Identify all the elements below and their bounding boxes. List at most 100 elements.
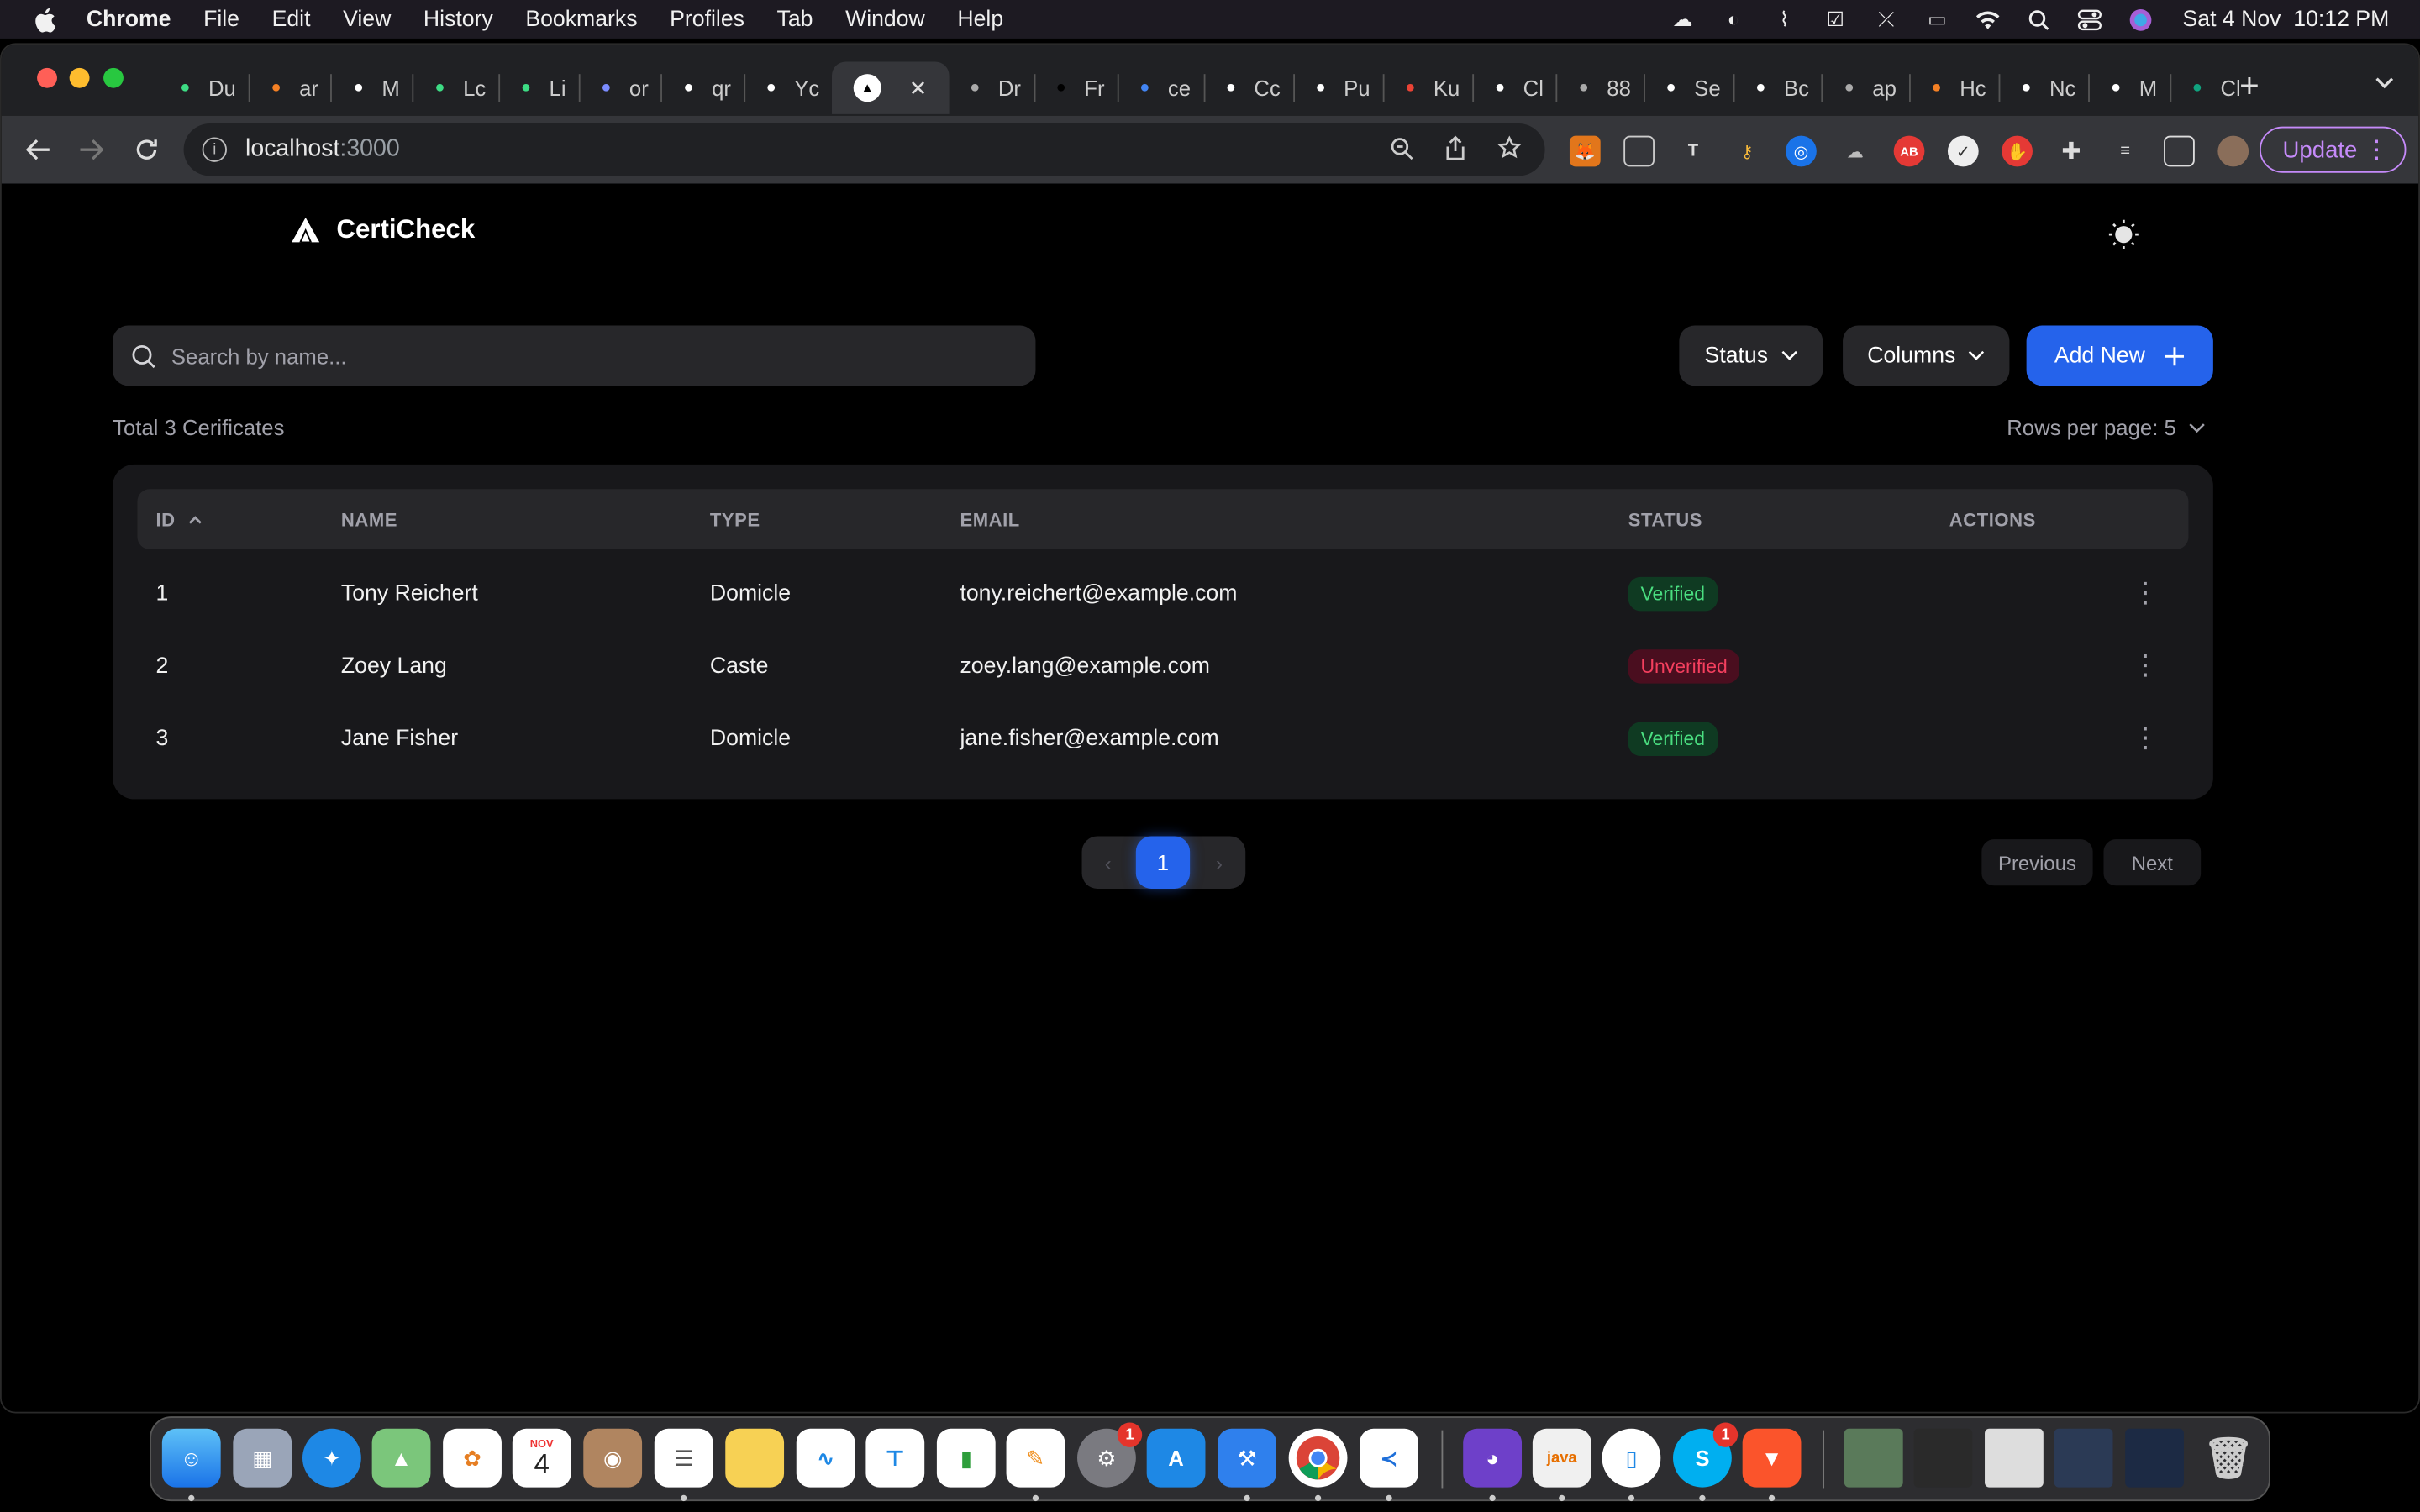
update-button[interactable]: Update ⋮ bbox=[2259, 126, 2407, 173]
maps-icon[interactable]: ▲ bbox=[371, 1428, 431, 1488]
simulator-icon[interactable]: ▯ bbox=[1602, 1428, 1661, 1488]
tab[interactable]: ● Pu bbox=[1294, 61, 1382, 113]
tab[interactable]: ● Li bbox=[500, 61, 579, 113]
no-bluetooth-icon[interactable]: ⤫ bbox=[1870, 7, 1902, 31]
tab-active[interactable]: ▲ ✕ bbox=[831, 61, 950, 114]
menu-file[interactable]: File bbox=[203, 7, 239, 31]
tab[interactable]: ● ap bbox=[1823, 61, 1908, 113]
java-icon[interactable]: java bbox=[1532, 1428, 1591, 1488]
numbers-icon[interactable]: ▮ bbox=[936, 1428, 996, 1488]
previous-button[interactable]: Previous bbox=[1981, 839, 2093, 886]
siri-icon[interactable] bbox=[2126, 7, 2157, 31]
github-desktop-icon[interactable]: ◕ bbox=[1463, 1428, 1523, 1488]
side-panel-icon[interactable] bbox=[2164, 135, 2195, 167]
row-actions-menu-icon[interactable]: ⋮ bbox=[2130, 702, 2161, 774]
tab[interactable]: ● Yc bbox=[744, 61, 831, 113]
reload-button[interactable] bbox=[128, 131, 165, 168]
tab[interactable]: ● Fr bbox=[1035, 61, 1118, 113]
pagination-next-icon[interactable]: › bbox=[1196, 837, 1242, 889]
app-store-icon[interactable]: A bbox=[1146, 1428, 1206, 1488]
tab[interactable]: ● M bbox=[2090, 61, 2170, 113]
keynote-icon[interactable]: ⊤ bbox=[865, 1428, 925, 1488]
address-bar[interactable]: i localhost:3000 bbox=[183, 123, 1545, 176]
brand-logo[interactable]: CertiCheck bbox=[290, 214, 475, 245]
recent-window-thumbnail[interactable] bbox=[1985, 1428, 2044, 1488]
profile-avatar[interactable] bbox=[2217, 135, 2249, 167]
menu-bookmarks[interactable]: Bookmarks bbox=[525, 7, 637, 31]
new-tab-button[interactable]: + bbox=[2239, 66, 2260, 107]
xcode-icon[interactable]: ⚒ bbox=[1218, 1428, 1276, 1488]
hand-stop-icon[interactable]: ✋ bbox=[2002, 135, 2033, 167]
system-settings-icon[interactable]: ⚙ 1 bbox=[1077, 1422, 1143, 1488]
cloud-extension-icon[interactable]: ☁ bbox=[1839, 136, 1870, 167]
tab-search-icon[interactable] bbox=[2375, 70, 2394, 94]
minimize-window-button[interactable] bbox=[69, 67, 90, 88]
pagination-page-1[interactable]: 1 bbox=[1135, 836, 1191, 889]
contacts-icon[interactable]: ◉ bbox=[583, 1428, 643, 1488]
metamask-icon[interactable]: 🦊 bbox=[1569, 135, 1601, 167]
add-new-button[interactable]: Add New bbox=[2026, 325, 2213, 386]
tab[interactable]: ● Du bbox=[159, 61, 248, 113]
launchpad-icon[interactable]: ▦ bbox=[233, 1428, 292, 1488]
finder-icon[interactable]: ☺ bbox=[161, 1428, 221, 1488]
columns-button[interactable]: Columns bbox=[1843, 325, 2010, 386]
tab[interactable]: ● qr bbox=[662, 61, 743, 113]
more-menu-icon[interactable]: ⋮ bbox=[2365, 134, 2389, 165]
tab[interactable]: ● Hc bbox=[1910, 61, 1998, 113]
checkbox-icon[interactable]: ☑ bbox=[1820, 7, 1851, 31]
close-tab-icon[interactable]: ✕ bbox=[909, 75, 928, 101]
menu-history[interactable]: History bbox=[424, 7, 493, 31]
row-actions-menu-icon[interactable]: ⋮ bbox=[2130, 629, 2161, 701]
tab[interactable]: ● Ku bbox=[1384, 61, 1472, 113]
downloads-stack-icon[interactable] bbox=[1844, 1428, 1903, 1488]
zoom-window-button[interactable] bbox=[103, 67, 124, 88]
next-button[interactable]: Next bbox=[2103, 839, 2202, 886]
reminders-icon[interactable]: ☰ bbox=[654, 1428, 713, 1488]
tab[interactable]: ● Nc bbox=[2000, 61, 2088, 113]
screenshot-icon[interactable] bbox=[1623, 135, 1655, 167]
column-header-status[interactable]: STATUS bbox=[1628, 489, 1702, 549]
row-actions-menu-icon[interactable]: ⋮ bbox=[2130, 557, 2161, 629]
recent-window-thumbnail[interactable] bbox=[1913, 1428, 1973, 1488]
pagination-prev-icon[interactable]: ‹ bbox=[1085, 837, 1131, 889]
notes-icon[interactable] bbox=[725, 1428, 785, 1488]
tab[interactable]: ● Cc bbox=[1205, 61, 1293, 113]
skype-icon[interactable]: S1 bbox=[1673, 1422, 1739, 1488]
control-center-icon[interactable] bbox=[2075, 7, 2106, 31]
column-header-name[interactable]: NAME bbox=[341, 489, 397, 549]
recent-window-thumbnail[interactable] bbox=[2125, 1428, 2184, 1488]
photos-icon[interactable]: ✿ bbox=[443, 1428, 502, 1488]
menu-profiles[interactable]: Profiles bbox=[670, 7, 744, 31]
menu-window[interactable]: Window bbox=[845, 7, 925, 31]
status-filter-button[interactable]: Status bbox=[1679, 325, 1823, 386]
tab[interactable]: ● Se bbox=[1644, 61, 1733, 113]
search-bar[interactable] bbox=[113, 325, 1036, 386]
tab[interactable]: ● Cl bbox=[1474, 61, 1556, 113]
tab[interactable]: ● ar bbox=[250, 61, 330, 113]
pages-icon[interactable]: ✎ bbox=[1006, 1428, 1065, 1488]
forward-button[interactable] bbox=[72, 131, 109, 168]
battery-icon[interactable]: ▭ bbox=[1922, 7, 1953, 31]
table-row[interactable]: 3 Jane Fisher Domicle jane.fisher@exampl… bbox=[137, 702, 2188, 774]
safari-icon[interactable]: ✦ bbox=[302, 1428, 361, 1488]
spotlight-search-icon[interactable] bbox=[2023, 7, 2054, 31]
menu-view[interactable]: View bbox=[343, 7, 391, 31]
column-header-type[interactable]: TYPE bbox=[710, 489, 760, 549]
translate-icon[interactable]: T bbox=[1678, 136, 1709, 167]
site-info-icon[interactable]: i bbox=[202, 137, 227, 162]
vscode-icon[interactable]: ≺ bbox=[1360, 1428, 1418, 1488]
recent-window-thumbnail[interactable] bbox=[2054, 1428, 2113, 1488]
menu-app-name[interactable]: Chrome bbox=[87, 7, 171, 31]
reading-list-icon[interactable]: ≡ bbox=[2110, 136, 2141, 167]
zoom-icon[interactable] bbox=[1387, 134, 1415, 162]
menubar-datetime[interactable]: Sat 4 Nov 10:12 PM bbox=[2183, 7, 2390, 31]
paperclip-icon[interactable]: ⌇ bbox=[1769, 7, 1800, 31]
tab[interactable]: ● Dr bbox=[949, 61, 1034, 113]
trash-icon[interactable]: 🗑 bbox=[2199, 1429, 2258, 1488]
wifi-icon[interactable] bbox=[1973, 7, 2004, 31]
menu-edit[interactable]: Edit bbox=[272, 7, 311, 31]
check-extension-icon[interactable]: ✓ bbox=[1947, 135, 1979, 167]
rows-per-page-select[interactable]: Rows per page: 5 bbox=[2007, 415, 2205, 439]
chrome-icon[interactable] bbox=[1288, 1428, 1348, 1488]
table-row[interactable]: 1 Tony Reichert Domicle tony.reichert@ex… bbox=[137, 557, 2188, 629]
